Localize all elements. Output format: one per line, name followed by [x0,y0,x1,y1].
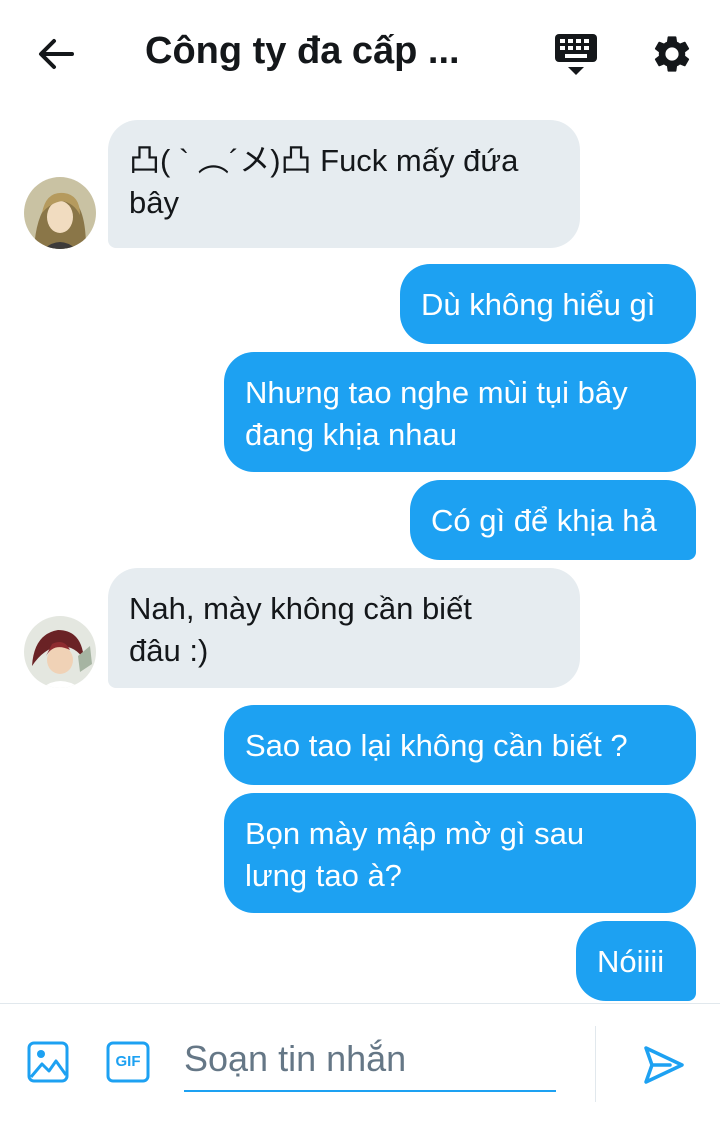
send-icon [644,1046,684,1084]
chat-header: Công ty đa cấp ... [0,0,720,108]
add-image-button[interactable] [27,1041,69,1088]
add-gif-button[interactable]: GIF [106,1041,150,1083]
keyboard-icon [555,34,597,75]
keyboard-button[interactable] [553,32,599,78]
send-button[interactable] [640,1042,686,1088]
message-bubble-outgoing[interactable]: Dù không hiểu gì [400,264,696,344]
conversation-title: Công ty đa cấp ... [145,30,460,72]
gif-label: GIF [115,1053,141,1070]
message-list[interactable]: 凸( ` ︵´メ)凸 Fuck mấy đứa bây Dù không hiể… [0,108,720,1003]
sender-avatar[interactable] [24,616,96,688]
sender-avatar[interactable] [24,177,96,249]
message-bubble-outgoing[interactable]: Nhưng tao nghe mùi tụi bây đang khịa nha… [224,352,696,472]
avatar-image [24,177,96,249]
message-bubble-outgoing[interactable]: Nóiiii [576,921,696,1001]
message-text: Sao tao lại không cần biết ? [245,728,628,763]
back-arrow-icon [39,39,74,69]
image-icon [27,1041,69,1083]
message-text: Bọn mày mập mờ gì sau [245,816,585,851]
message-input[interactable] [184,1034,556,1092]
message-bubble-outgoing[interactable]: Có gì để khịa hả [410,480,696,560]
message-text: Dù không hiểu gì [421,287,656,322]
composer-divider [595,1026,596,1102]
message-text: đâu :) [129,633,209,668]
settings-button[interactable] [650,32,694,76]
message-bubble-incoming[interactable]: Nah, mày không cần biết đâu :) [108,568,580,688]
message-bubble-outgoing[interactable]: Sao tao lại không cần biết ? [224,705,696,785]
message-bubble-incoming[interactable]: 凸( ` ︵´メ)凸 Fuck mấy đứa bây [108,120,580,248]
message-text: Nah, mày không cần biết [129,591,472,626]
message-composer: GIF [0,1003,720,1124]
message-text: bây [129,185,179,220]
message-text: Có gì để khịa hả [431,503,657,538]
message-text: lưng tao à? [245,858,402,893]
message-text: Nóiiii [597,944,665,979]
avatar-image [24,616,96,688]
back-button[interactable] [34,32,78,76]
message-text: Nhưng tao nghe mùi tụi bây [245,375,628,410]
message-text: 凸( ` ︵´メ)凸 Fuck mấy đứa [129,143,519,178]
gear-icon [654,36,690,72]
message-bubble-outgoing[interactable]: Bọn mày mập mờ gì sau lưng tao à? [224,793,696,913]
message-text: đang khịa nhau [245,417,458,452]
